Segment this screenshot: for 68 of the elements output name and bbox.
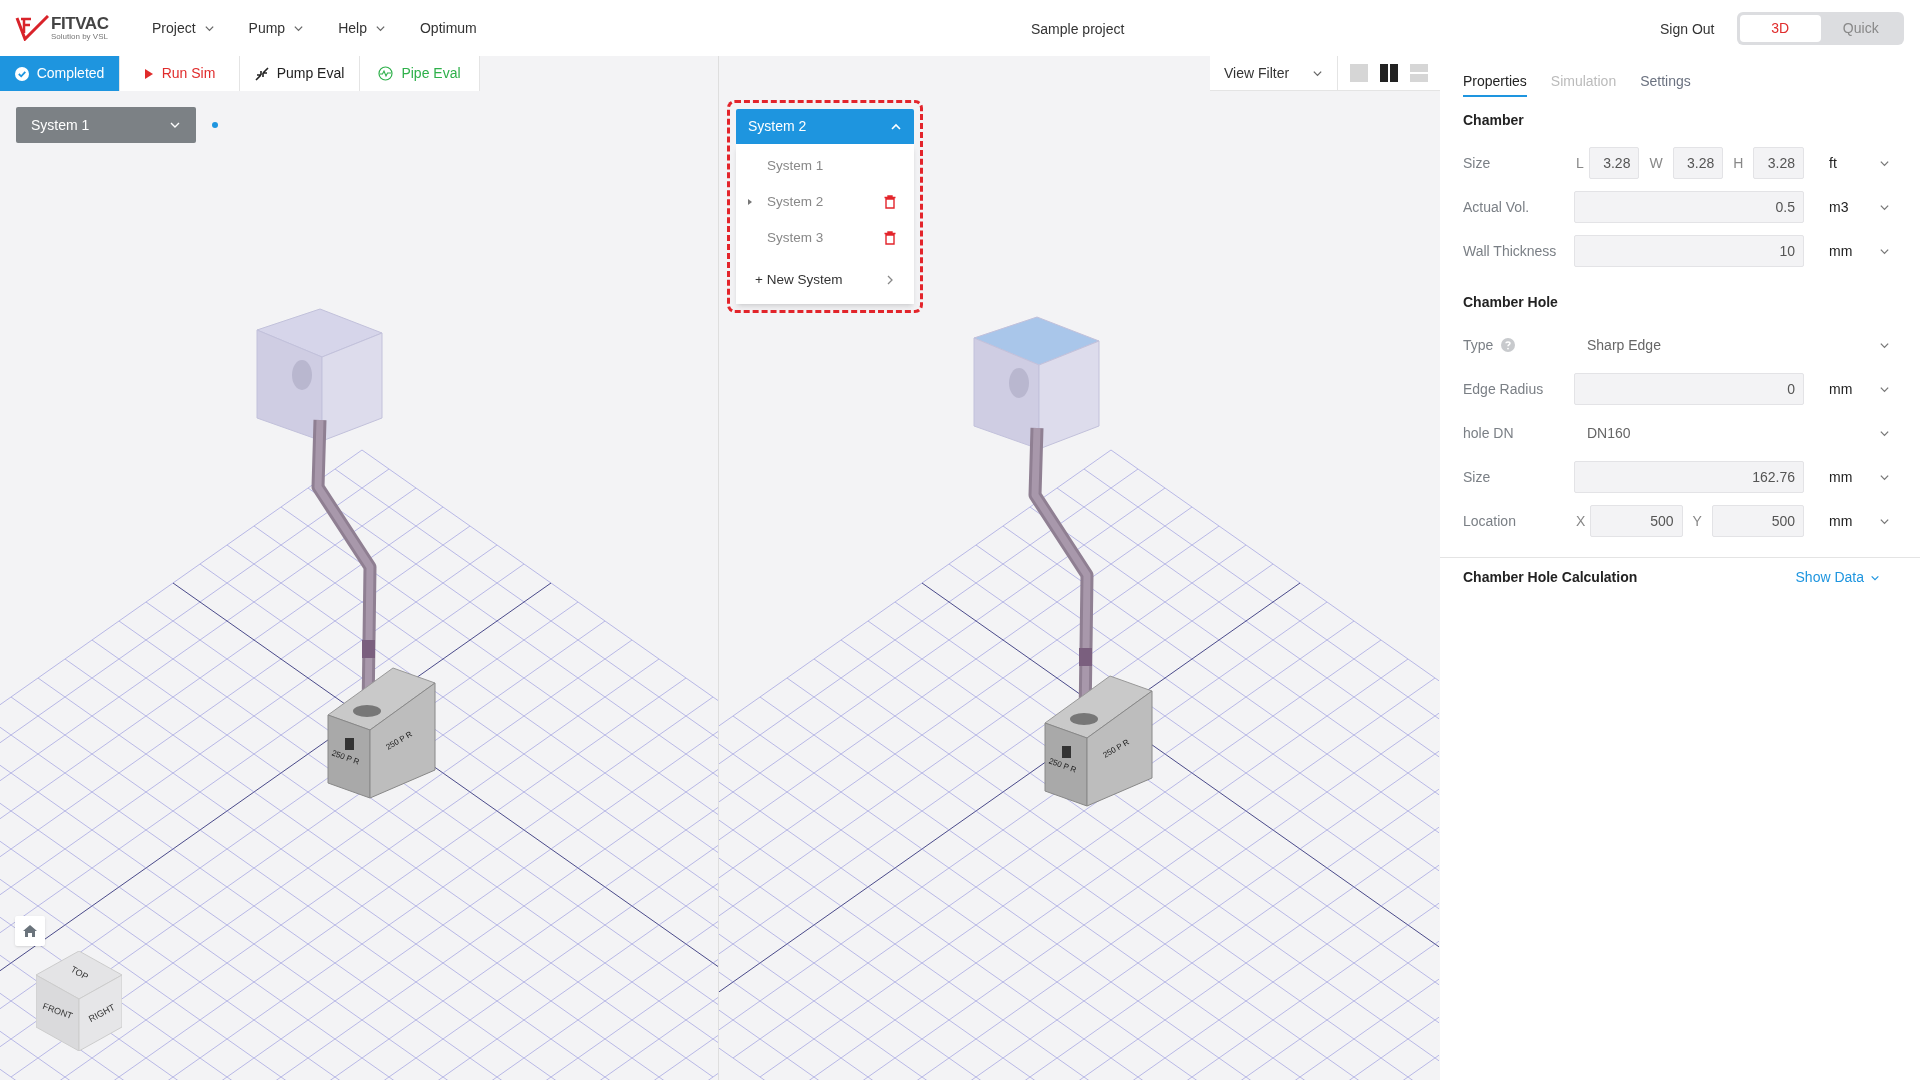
logo-tagline: Solution by VSL — [51, 33, 109, 41]
new-system-item[interactable]: + New System — [736, 260, 914, 300]
arrows-inward-icon — [254, 66, 269, 81]
field-label: hole DN — [1463, 423, 1514, 443]
menu-item[interactable]: Pump — [248, 17, 305, 39]
chevron-right-icon — [886, 275, 894, 285]
home-icon — [22, 924, 38, 938]
section-title: Chamber Hole Calculation — [1463, 568, 1638, 587]
number-input[interactable]: 3.28 — [1588, 147, 1640, 179]
number-input[interactable]: 10 — [1574, 235, 1804, 267]
trash-icon[interactable] — [884, 231, 896, 245]
field-label: Actual Vol. — [1463, 197, 1530, 217]
field-label: Type — [1463, 335, 1494, 355]
field-prefix: L — [1576, 153, 1584, 173]
menu-item[interactable]: Optimum — [419, 17, 477, 39]
field-prefix: Y — [1692, 511, 1702, 531]
unit-select[interactable]: mm — [1829, 378, 1853, 400]
number-input[interactable]: 0 — [1574, 373, 1804, 405]
sign-out-link[interactable]: Sign Out — [1660, 19, 1715, 40]
trash-icon[interactable] — [884, 195, 896, 209]
field-prefix: X — [1576, 511, 1586, 531]
play-icon — [143, 67, 154, 80]
two-columns-icon[interactable] — [1380, 64, 1398, 82]
mode-tab[interactable]: 3D — [1740, 15, 1821, 42]
field-label: Location — [1463, 511, 1516, 531]
system-select[interactable]: System 1 — [16, 107, 196, 143]
field-label: Edge Radius — [1463, 379, 1544, 399]
project-title: Sample project — [1031, 20, 1125, 39]
menu-item[interactable]: Help — [338, 17, 386, 39]
pump-label: 250 P R — [1100, 736, 1132, 762]
number-input[interactable]: 3.28 — [1672, 147, 1724, 179]
home-button[interactable] — [15, 916, 45, 946]
number-input[interactable]: 0.5 — [1574, 191, 1804, 223]
dropdown-item[interactable]: System 2 — [736, 184, 914, 220]
check-circle-icon — [14, 66, 29, 81]
unit-select[interactable]: mm — [1829, 466, 1853, 488]
toolbar-button[interactable]: Pump Eval — [240, 56, 360, 91]
panel-tab[interactable]: Properties — [1463, 67, 1527, 97]
wave-circle-icon — [378, 66, 394, 81]
number-input[interactable]: 500 — [1711, 505, 1804, 537]
field-prefix: W — [1649, 153, 1663, 173]
field-label: Size — [1463, 153, 1491, 173]
pump-label: 250 P R — [383, 728, 415, 754]
menu-item[interactable]: Project — [152, 17, 215, 39]
pump-label: 250 P R — [1046, 755, 1078, 777]
cube-face-label[interactable]: TOP — [69, 965, 90, 982]
logo-name: FITVAC — [51, 15, 109, 32]
unit-select[interactable]: mm — [1829, 510, 1853, 532]
logo-icon — [15, 15, 49, 41]
field-label: Wall Thickness — [1463, 241, 1557, 261]
field-prefix: H — [1733, 153, 1744, 173]
unit-select[interactable]: ft — [1829, 152, 1837, 174]
unit-select[interactable]: mm — [1829, 240, 1853, 262]
dropdown-item[interactable]: System 3 — [736, 220, 914, 256]
unit-select[interactable]: m3 — [1829, 196, 1849, 218]
dropdown-item[interactable]: System 1 — [736, 148, 914, 184]
field-label: Size — [1463, 467, 1491, 487]
section-title: Chamber Hole — [1463, 293, 1559, 312]
number-input[interactable]: 500 — [1590, 505, 1683, 537]
select-value[interactable]: DN160 — [1574, 422, 1631, 444]
section-title: Chamber — [1463, 111, 1525, 130]
pump-label: 250 P R — [329, 747, 361, 769]
number-input[interactable]: 3.28 — [1753, 147, 1804, 179]
toolbar-button[interactable]: Run Sim — [120, 56, 240, 91]
select-value[interactable]: Sharp Edge — [1574, 334, 1661, 356]
number-input[interactable]: 162.76 — [1574, 461, 1804, 493]
panel-tab[interactable]: Settings — [1640, 67, 1691, 97]
view-cube[interactable] — [36, 951, 122, 1051]
